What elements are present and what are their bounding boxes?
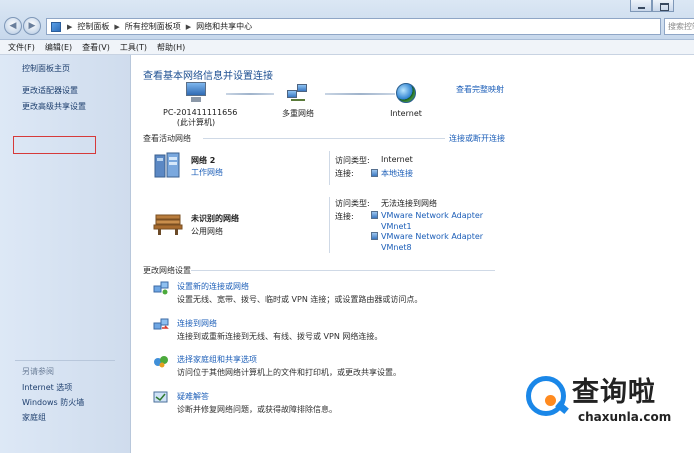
vmnet8-link-line2[interactable]: VMnet8 <box>381 243 412 252</box>
sidebar-link-firewall[interactable]: Windows 防火墙 <box>22 397 84 408</box>
network-2-name: 未识别的网络 <box>191 214 239 223</box>
sidebar-link-home[interactable]: 控制面板主页 <box>22 63 70 74</box>
forward-arrow-icon: ▶ <box>28 21 36 31</box>
menu-view[interactable]: 查看(V) <box>82 42 110 53</box>
highlight-box <box>13 136 96 154</box>
pc-sub: (此计算机) <box>176 118 216 127</box>
task-homegroup-sharing[interactable]: 选择家庭组和共享选项 访问位于其他网络计算机上的文件和打印机，或更改共享设置。 <box>153 354 573 380</box>
breadcrumb-control-panel[interactable]: 控制面板 <box>77 21 109 32</box>
task-title[interactable]: 连接到网络 <box>177 318 217 329</box>
breadcrumb-separator-icon: ▶ <box>185 22 192 31</box>
back-button[interactable]: ◀ <box>4 17 22 35</box>
vmnet1-label: VMware Network Adapter <box>381 211 484 220</box>
adapter-icon <box>371 232 378 240</box>
network-icon <box>287 82 309 104</box>
homegroup-icon <box>154 356 168 368</box>
map-node-internet[interactable]: Internet <box>386 83 426 118</box>
map-line <box>325 93 395 95</box>
control-panel-icon <box>51 21 61 32</box>
local-connection-label: 本地连接 <box>381 169 413 178</box>
section-divider <box>191 270 495 271</box>
adapter-icon <box>371 211 378 219</box>
connect-network-icon <box>153 318 169 330</box>
task-title[interactable]: 设置新的连接或网络 <box>177 281 249 292</box>
breadcrumb-separator-icon: ▶ <box>67 22 73 31</box>
section-divider <box>203 138 445 139</box>
network-1-type-link[interactable]: 工作网络 <box>191 167 223 178</box>
sidebar-link-adapter-settings[interactable]: 更改适配器设置 <box>22 85 78 96</box>
menu-file[interactable]: 文件(F) <box>8 42 35 53</box>
sidebar: 控制面板主页 更改适配器设置 更改高级共享设置 另请参阅 Internet 选项… <box>0 55 130 453</box>
troubleshoot-icon <box>153 391 168 403</box>
vmnet1-link[interactable]: VMware Network Adapter <box>371 211 483 220</box>
watermark-brand: 查询啦 <box>572 377 656 408</box>
network-2-conn-label: 连接: <box>335 212 354 221</box>
title-bar: ◀ ▶ ▶ 控制面板 ▶ 所有控制面板项 ▶ 网络和共享中心 搜索控制 <box>0 0 694 40</box>
breadcrumb-network-center[interactable]: 网络和共享中心 <box>196 21 252 32</box>
breadcrumb-all-items[interactable]: 所有控制面板项 <box>125 21 181 32</box>
task-description: 设置无线、宽带、拨号、临时或 VPN 连接；或设置路由器或访问点。 <box>177 295 423 304</box>
menu-edit[interactable]: 编辑(E) <box>45 42 72 53</box>
task-troubleshoot[interactable]: 疑难解答 诊断并修复网络问题，或获得故障排除信息。 <box>153 391 573 417</box>
menu-help[interactable]: 帮助(H) <box>157 42 185 53</box>
map-line <box>226 93 274 95</box>
vmnet8-link[interactable]: VMware Network Adapter <box>371 232 483 241</box>
multi-network-label: 多重网络 <box>282 109 314 118</box>
network-1-name: 网络 2 <box>191 156 216 165</box>
connect-disconnect-link[interactable]: 连接或断开连接 <box>449 133 505 144</box>
public-network-bench-icon <box>153 214 183 235</box>
network-2-access-label: 访问类型: <box>335 199 370 208</box>
network-1-access-label: 访问类型: <box>335 156 370 165</box>
search-input[interactable]: 搜索控制 <box>664 18 694 35</box>
globe-icon <box>396 83 416 103</box>
network-2-type: 公用网络 <box>191 227 223 236</box>
pc-name: PC-201411111656 <box>163 108 238 117</box>
see-also-title: 另请参阅 <box>22 367 54 376</box>
task-description: 诊断并修复网络问题，或获得故障排除信息。 <box>177 405 337 414</box>
task-new-connection[interactable]: 设置新的连接或网络 设置无线、宽带、拨号、临时或 VPN 连接；或设置路由器或访… <box>153 281 573 307</box>
map-node-pc[interactable]: PC-201411111656 (此计算机) <box>163 82 238 128</box>
network-1-separator <box>329 151 330 185</box>
local-connection-link[interactable]: 本地连接 <box>371 168 413 179</box>
full-map-link[interactable]: 查看完整映射 <box>456 84 504 95</box>
sidebar-divider <box>15 360 115 361</box>
sidebar-link-homegroup[interactable]: 家庭组 <box>22 412 46 423</box>
vmnet1-link-line2[interactable]: VMnet1 <box>381 222 412 231</box>
menu-bar: 文件(F) 编辑(E) 查看(V) 工具(T) 帮助(H) <box>0 40 694 55</box>
task-title[interactable]: 选择家庭组和共享选项 <box>177 354 257 365</box>
network-1-conn-label: 连接: <box>335 169 354 178</box>
breadcrumb-separator-icon: ▶ <box>114 22 120 31</box>
adapter-icon <box>371 169 378 177</box>
network-2-access-value: 无法连接到网络 <box>381 199 437 208</box>
vmnet8-label: VMware Network Adapter <box>381 232 484 241</box>
maximize-button[interactable] <box>652 0 674 12</box>
sidebar-link-internet-options[interactable]: Internet 选项 <box>22 382 72 393</box>
task-title[interactable]: 疑难解答 <box>177 391 209 402</box>
map-node-multiple-networks[interactable]: 多重网络 <box>277 82 319 119</box>
internet-label: Internet <box>390 109 422 118</box>
work-network-icon <box>154 152 180 178</box>
new-connection-icon <box>153 281 169 295</box>
task-description: 连接到或重新连接到无线、有线、拨号或 VPN 网络连接。 <box>177 332 383 341</box>
forward-button[interactable]: ▶ <box>23 17 41 35</box>
active-networks-heading: 查看活动网络 <box>143 134 191 143</box>
network-1-access-value: Internet <box>381 155 413 164</box>
task-description: 访问位于其他网络计算机上的文件和打印机，或更改共享设置。 <box>177 368 401 377</box>
minimize-button[interactable] <box>630 0 652 12</box>
back-arrow-icon: ◀ <box>9 21 17 31</box>
page-title: 查看基本网络信息并设置连接 <box>143 71 273 82</box>
network-2-separator <box>329 197 330 253</box>
sidebar-link-advanced-sharing[interactable]: 更改高级共享设置 <box>22 101 86 112</box>
change-settings-heading: 更改网络设置 <box>143 266 191 275</box>
address-bar[interactable]: ▶ 控制面板 ▶ 所有控制面板项 ▶ 网络和共享中心 <box>46 18 661 35</box>
menu-tools[interactable]: 工具(T) <box>120 42 147 53</box>
task-connect-network[interactable]: 连接到网络 连接到或重新连接到无线、有线、拨号或 VPN 网络连接。 <box>153 318 573 344</box>
computer-icon <box>183 82 209 104</box>
watermark-url: chaxunla.com <box>578 410 672 424</box>
